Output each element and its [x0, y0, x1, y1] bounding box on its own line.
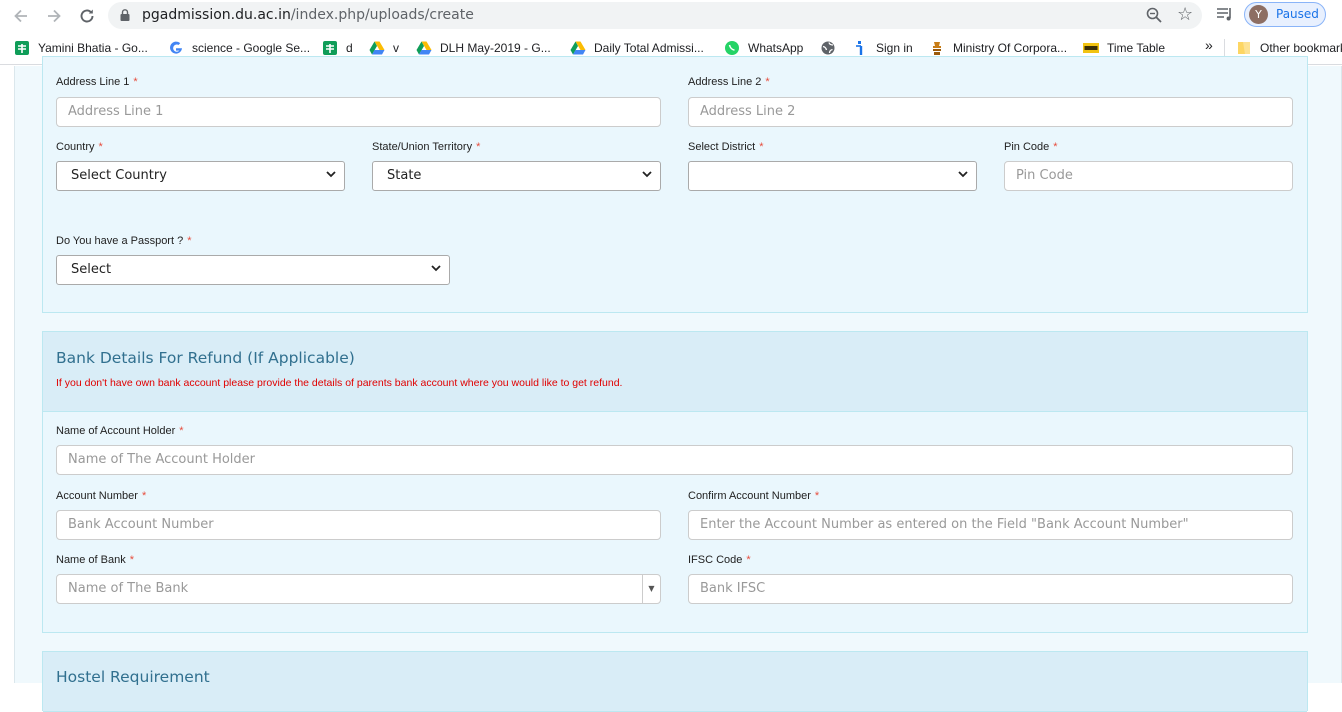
confirm-account-input[interactable]: Enter the Account Number as entered on t… — [688, 510, 1293, 540]
bookmark-label: Other bookmarks — [1260, 41, 1342, 55]
bookmark-label: Ministry Of Corpora... — [953, 41, 1068, 55]
address-panel: Address Line 1 * Address Line 1 Address L… — [42, 56, 1308, 313]
whatsapp-icon — [724, 40, 740, 56]
timetable-icon — [1083, 40, 1099, 56]
bookmark-label: DLH May-2019 - G... — [440, 41, 551, 55]
bookmarks-divider — [1224, 39, 1225, 57]
bookmark-label: Sign in — [876, 41, 913, 55]
bank-name-label: Name of Bank * — [56, 554, 134, 566]
bookmark-label: Daily Total Admissi... — [594, 41, 704, 55]
page-content: Address Line 1 * Address Line 1 Address L… — [0, 56, 1342, 712]
bookmark-label: WhatsApp — [748, 41, 804, 55]
bookmark-label: Yamini Bhatia - Go... — [38, 41, 148, 55]
profile-status: Paused — [1276, 7, 1319, 21]
account-holder-input[interactable]: Name of The Account Holder — [56, 445, 1293, 475]
sheets-icon — [14, 40, 30, 56]
bookmark-label: v — [393, 41, 399, 55]
profile-button[interactable]: Y Paused — [1244, 2, 1326, 27]
account-number-label: Account Number * — [56, 490, 147, 502]
bank-name-placeholder: Name of The Bank — [68, 581, 189, 596]
avatar: Y — [1249, 5, 1268, 24]
address-bar[interactable]: pgadmission.du.ac.in/index.php/uploads/c… — [108, 2, 1202, 29]
chevron-down-icon — [958, 171, 968, 178]
account-holder-label: Name of Account Holder * — [56, 425, 184, 437]
hostel-panel-title: Hostel Requirement — [56, 668, 210, 686]
chevron-down-icon — [642, 171, 652, 178]
hostel-panel: Hostel Requirement — [42, 651, 1308, 712]
district-label: Select District * — [688, 141, 764, 153]
url-host: pgadmission.du.ac.in — [142, 7, 291, 23]
forward-arrow-icon[interactable] — [44, 6, 64, 26]
signin-icon — [852, 40, 868, 56]
state-select[interactable]: State — [372, 161, 661, 191]
sheets-icon — [322, 40, 338, 56]
pin-code-label: Pin Code * — [1004, 141, 1058, 153]
url-path: /index.php/uploads/create — [290, 7, 474, 23]
bookmark-label: d — [346, 41, 353, 55]
browser-toolbar: pgadmission.du.ac.in/index.php/uploads/c… — [0, 0, 1342, 32]
chevron-down-icon — [326, 171, 336, 178]
bookmarks-overflow-button[interactable]: » — [1205, 38, 1213, 56]
bookmark-label: Time Table — [1107, 41, 1166, 55]
state-selected-value: State — [387, 168, 422, 183]
bank-name-combobox[interactable]: Name of The Bank ▼ — [56, 574, 661, 604]
caret-down-icon[interactable]: ▼ — [642, 575, 660, 603]
country-selected-value: Select Country — [71, 168, 167, 183]
bank-panel-heading: Bank Details For Refund (If Applicable) … — [43, 332, 1307, 412]
bookmark-star-icon[interactable]: ☆ — [1177, 5, 1193, 25]
confirm-account-label: Confirm Account Number * — [688, 490, 820, 502]
bank-panel-title: Bank Details For Refund (If Applicable) — [56, 349, 355, 367]
country-label: Country * — [56, 141, 103, 153]
emblem-icon — [929, 40, 945, 56]
url-text[interactable]: pgadmission.du.ac.in/index.php/uploads/c… — [142, 7, 474, 23]
drive-icon — [416, 40, 432, 56]
passport-selected-value: Select — [71, 262, 112, 277]
drive-icon — [369, 40, 385, 56]
bookmark-label: science - Google Se... — [192, 41, 311, 55]
zoom-icon[interactable] — [1146, 7, 1162, 23]
chevron-down-icon — [431, 265, 441, 272]
media-controls-icon[interactable] — [1216, 6, 1234, 22]
reload-icon[interactable] — [77, 6, 97, 26]
bank-panel-note: If you don't have own bank account pleas… — [56, 377, 623, 389]
bank-details-panel: Bank Details For Refund (If Applicable) … — [42, 331, 1308, 633]
state-label: State/Union Territory * — [372, 141, 481, 153]
passport-label: Do You have a Passport ? * — [56, 235, 192, 247]
globe-icon — [820, 40, 836, 56]
google-icon — [168, 40, 184, 56]
district-select[interactable] — [688, 161, 977, 191]
country-select[interactable]: Select Country — [56, 161, 345, 191]
passport-select[interactable]: Select — [56, 255, 450, 285]
address-line2-input[interactable]: Address Line 2 — [688, 97, 1293, 127]
back-arrow-icon[interactable] — [11, 6, 31, 26]
account-number-input[interactable]: Bank Account Number — [56, 510, 661, 540]
hostel-panel-heading: Hostel Requirement — [43, 652, 1307, 712]
lock-icon — [120, 9, 130, 21]
pin-code-input[interactable]: Pin Code — [1004, 161, 1293, 191]
address-line1-label: Address Line 1 * — [56, 76, 138, 88]
ifsc-input[interactable]: Bank IFSC — [688, 574, 1293, 604]
folder-icon — [1236, 40, 1252, 56]
drive-icon — [570, 40, 586, 56]
address-line2-label: Address Line 2 * — [688, 76, 770, 88]
address-line1-input[interactable]: Address Line 1 — [56, 97, 661, 127]
ifsc-label: IFSC Code * — [688, 554, 751, 566]
